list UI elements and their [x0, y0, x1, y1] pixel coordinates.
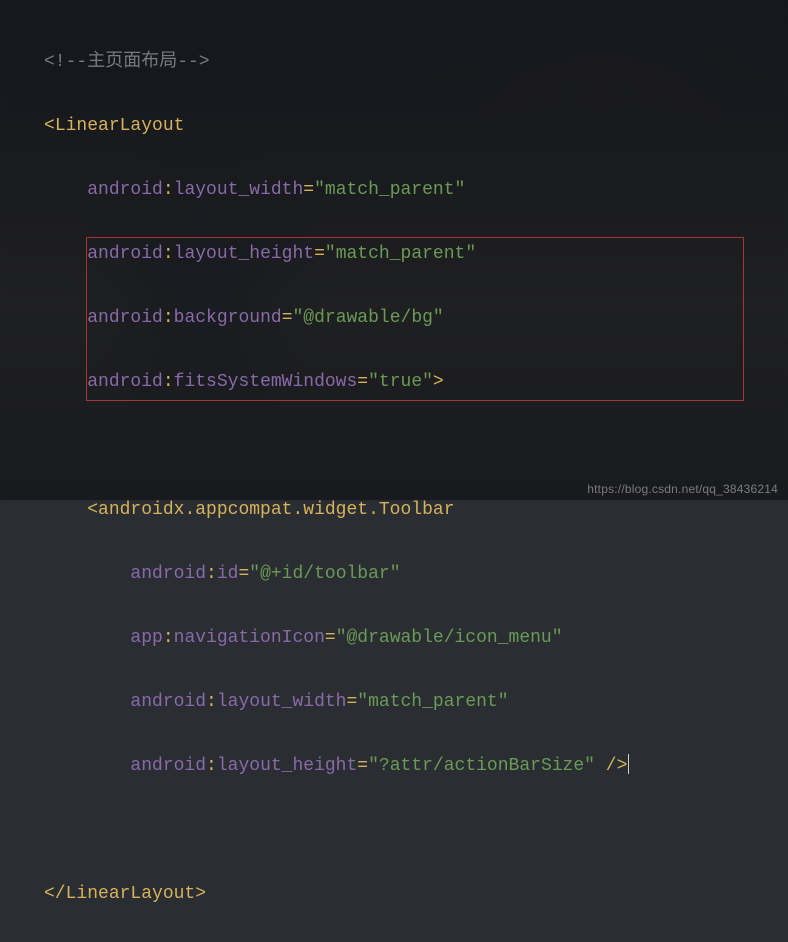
code-line-blank	[44, 430, 768, 462]
code-line-open-root: <LinearLayout	[44, 110, 768, 142]
code-line-blank-2	[44, 814, 768, 846]
code-line-comment: <!--主页面布局-->	[44, 46, 768, 78]
code-line-child-attr-1: app:navigationIcon="@drawable/icon_menu"	[44, 622, 768, 654]
code-line-attr-2: android:background="@drawable/bg"	[44, 302, 768, 334]
code-line-close-root: </LinearLayout>	[44, 878, 768, 910]
code-line-child-attr-2: android:layout_width="match_parent"	[44, 686, 768, 718]
code-line-child-attr-3: android:layout_height="?attr/actionBarSi…	[44, 750, 768, 782]
code-line-child-attr-0: android:id="@+id/toolbar"	[44, 558, 768, 590]
text-cursor	[628, 754, 629, 774]
code-line-attr-1: android:layout_height="match_parent"	[44, 238, 768, 270]
code-line-attr-3: android:fitsSystemWindows="true">	[44, 366, 768, 398]
code-line-attr-0: android:layout_width="match_parent"	[44, 174, 768, 206]
code-block: <!--主页面布局--> <LinearLayout android:layou…	[44, 14, 768, 942]
xml-comment: <!--主页面布局-->	[44, 52, 210, 72]
watermark-text: https://blog.csdn.net/qq_38436214	[587, 482, 778, 496]
code-line-child-open: <androidx.appcompat.widget.Toolbar	[44, 494, 768, 526]
